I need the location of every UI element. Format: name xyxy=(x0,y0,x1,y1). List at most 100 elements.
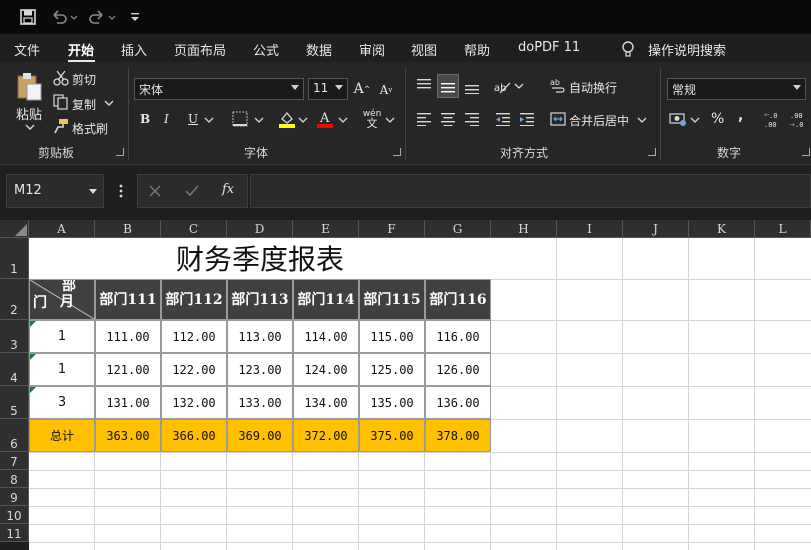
data-cell[interactable]: 114.00 xyxy=(293,320,359,353)
row-label-cell[interactable]: 1 xyxy=(29,353,95,386)
wrap-text-button[interactable]: 自动换行 xyxy=(569,79,617,96)
tab-insert[interactable]: 插入 xyxy=(121,40,147,59)
total-cell[interactable]: 363.00 xyxy=(95,419,161,452)
accounting-format-icon[interactable] xyxy=(668,110,688,128)
tab-view[interactable]: 视图 xyxy=(411,40,437,59)
font-color-icon[interactable]: A xyxy=(315,109,335,129)
format-painter-button[interactable]: 格式刷 xyxy=(72,120,108,137)
more-options-icon[interactable] xyxy=(116,183,126,199)
borders-dropdown-icon[interactable] xyxy=(254,116,264,124)
column-header[interactable]: D xyxy=(227,220,293,238)
data-cell[interactable]: 133.00 xyxy=(227,386,293,419)
percent-button[interactable]: % xyxy=(711,111,724,127)
report-title[interactable]: 财务季度报表 xyxy=(29,238,491,279)
enter-icon[interactable] xyxy=(184,183,200,199)
font-size-select[interactable]: 11 xyxy=(308,78,348,100)
data-cell[interactable]: 112.00 xyxy=(161,320,227,353)
header-cell[interactable]: 部门116 xyxy=(425,279,491,320)
name-box[interactable]: M12 xyxy=(6,174,104,208)
column-header[interactable]: C xyxy=(161,220,227,238)
data-cell[interactable]: 124.00 xyxy=(293,353,359,386)
tab-page-layout[interactable]: 页面布局 xyxy=(174,40,226,59)
row-header[interactable]: 3 xyxy=(0,320,29,353)
save-icon[interactable] xyxy=(20,8,36,26)
align-left-icon[interactable] xyxy=(415,110,433,128)
data-cell[interactable]: 113.00 xyxy=(227,320,293,353)
header-cell[interactable]: 部门114 xyxy=(293,279,359,320)
header-cell[interactable]: 部门112 xyxy=(161,279,227,320)
row-header[interactable]: 2 xyxy=(0,279,29,320)
alignment-launcher-icon[interactable] xyxy=(648,148,656,156)
row-header[interactable]: 9 xyxy=(0,488,29,506)
paste-icon[interactable] xyxy=(14,72,44,102)
row-label-cell[interactable]: 3 xyxy=(29,386,95,419)
column-header[interactable]: I xyxy=(557,220,623,238)
column-header[interactable]: J xyxy=(623,220,689,238)
underline-dropdown-icon[interactable] xyxy=(204,116,214,124)
total-cell[interactable]: 372.00 xyxy=(293,419,359,452)
column-header[interactable]: A xyxy=(29,220,95,238)
data-cell[interactable]: 121.00 xyxy=(95,353,161,386)
phonetic-dropdown-icon[interactable] xyxy=(385,116,395,124)
scissors-icon[interactable] xyxy=(53,70,69,86)
decrease-indent-icon[interactable] xyxy=(494,110,512,128)
align-top-icon[interactable] xyxy=(415,76,433,94)
total-cell[interactable]: 366.00 xyxy=(161,419,227,452)
tab-formulas[interactable]: 公式 xyxy=(253,40,279,59)
align-center-icon[interactable] xyxy=(439,110,457,128)
row-label-cell[interactable]: 1 xyxy=(29,320,95,353)
cancel-icon[interactable] xyxy=(147,183,163,199)
data-cell[interactable]: 132.00 xyxy=(161,386,227,419)
row-header[interactable]: 11 xyxy=(0,524,29,542)
format-painter-icon[interactable] xyxy=(53,118,69,134)
comma-button[interactable]: , xyxy=(738,108,743,124)
font-name-select[interactable]: 宋体 xyxy=(134,78,304,100)
data-cell[interactable]: 126.00 xyxy=(425,353,491,386)
tab-data[interactable]: 数据 xyxy=(306,40,332,59)
insert-function-icon[interactable]: fx xyxy=(222,182,234,197)
merge-dropdown-icon[interactable] xyxy=(637,116,647,124)
decrease-font-icon[interactable]: Av xyxy=(378,82,394,98)
data-cell[interactable]: 123.00 xyxy=(227,353,293,386)
column-header[interactable]: F xyxy=(359,220,425,238)
row-header[interactable]: 4 xyxy=(0,353,29,386)
orientation-icon[interactable]: ab xyxy=(494,78,512,96)
font-color-dropdown-icon[interactable] xyxy=(338,116,348,124)
phonetic-guide-icon[interactable]: wén 文 xyxy=(360,108,384,130)
column-header[interactable]: G xyxy=(425,220,491,238)
copy-icon[interactable] xyxy=(53,94,69,110)
formula-input[interactable] xyxy=(250,174,811,208)
paste-dropdown-icon[interactable] xyxy=(24,122,36,132)
font-launcher-icon[interactable] xyxy=(393,148,401,156)
tab-help[interactable]: 帮助 xyxy=(464,40,490,59)
align-bottom-icon[interactable] xyxy=(463,78,481,96)
bold-button[interactable]: B xyxy=(140,112,150,126)
orientation-dropdown-icon[interactable] xyxy=(514,82,524,90)
total-cell[interactable]: 378.00 xyxy=(425,419,491,452)
align-right-icon[interactable] xyxy=(463,110,481,128)
row-header[interactable]: 8 xyxy=(0,470,29,488)
total-label-cell[interactable]: 总计 xyxy=(29,419,95,452)
row-header[interactable]: 6 xyxy=(0,419,29,452)
header-cell[interactable]: 部门113 xyxy=(227,279,293,320)
number-launcher-icon[interactable] xyxy=(802,148,810,156)
align-middle-icon[interactable] xyxy=(439,78,457,96)
data-cell[interactable]: 115.00 xyxy=(359,320,425,353)
total-cell[interactable]: 375.00 xyxy=(359,419,425,452)
number-format-select[interactable]: 常规 xyxy=(667,78,806,100)
data-cell[interactable]: 116.00 xyxy=(425,320,491,353)
column-header[interactable]: L xyxy=(755,220,811,238)
row-header[interactable]: 5 xyxy=(0,386,29,419)
column-header[interactable]: H xyxy=(491,220,557,238)
lightbulb-icon[interactable] xyxy=(620,40,636,58)
header-cell[interactable]: 部门111 xyxy=(95,279,161,320)
customize-qat-icon[interactable] xyxy=(130,8,140,26)
copy-button[interactable]: 复制 xyxy=(72,96,96,113)
data-cell[interactable]: 136.00 xyxy=(425,386,491,419)
data-cell[interactable]: 122.00 xyxy=(161,353,227,386)
decrease-decimal-icon[interactable]: .00 → .0 xyxy=(787,109,809,129)
copy-dropdown-icon[interactable] xyxy=(104,98,114,108)
clipboard-launcher-icon[interactable] xyxy=(116,148,124,156)
row-header[interactable]: 10 xyxy=(0,506,29,524)
tab-review[interactable]: 审阅 xyxy=(359,40,385,59)
